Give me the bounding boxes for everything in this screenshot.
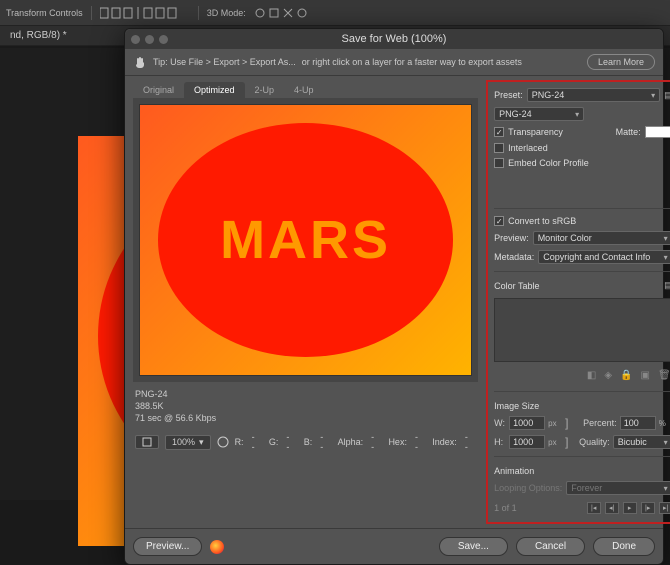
hand-icon[interactable]: [133, 55, 147, 69]
index-label: Index:: [432, 437, 457, 447]
status-row: 100%▾ R:-- G:-- B:-- Alpha:-- Hex:-- Ind…: [133, 430, 478, 454]
preview-container: MARS: [133, 98, 478, 382]
h-label: H:: [494, 437, 506, 447]
dialog-title: Save for Web (100%): [125, 33, 663, 45]
anim-prev-icon[interactable]: ◂|: [605, 502, 619, 514]
tip-text-2: or right click on a layer for a faster w…: [302, 57, 522, 67]
preset-menu-icon[interactable]: ▤: [664, 90, 670, 101]
ct-trash-icon[interactable]: 🗑: [658, 370, 670, 381]
animation-controls: |◂ ◂| ▸ |▸ ▸|: [587, 502, 670, 514]
toggle-slices-button[interactable]: [135, 435, 159, 449]
embed-label: Embed Color Profile: [508, 158, 589, 168]
options-bar: Transform Controls 3D Mode:: [0, 0, 670, 26]
done-button[interactable]: Done: [593, 537, 655, 556]
anim-last-icon[interactable]: ▸|: [659, 502, 670, 514]
settings-pane: Preset: PNG-24▾ ▤ PNG-24▾ ✓ Transparency…: [486, 80, 670, 524]
transform-controls-label: Transform Controls: [6, 8, 83, 18]
preview-pane: Original Optimized 2-Up 4-Up MARS PNG-24…: [125, 76, 486, 528]
learn-more-button[interactable]: Learn More: [587, 54, 655, 70]
metadata-select[interactable]: Copyright and Contact Info▾: [538, 250, 670, 264]
info-format: PNG-24: [135, 388, 476, 400]
preset-label: Preset:: [494, 90, 523, 100]
matte-swatch[interactable]: [645, 126, 670, 138]
preview-button[interactable]: Preview...: [133, 537, 202, 556]
tab-optimized[interactable]: Optimized: [184, 82, 245, 98]
hex-label: Hex:: [388, 437, 407, 447]
zoom-select[interactable]: 100%▾: [165, 435, 211, 450]
convert-label: Convert to sRGB: [508, 216, 576, 226]
embed-checkbox[interactable]: [494, 158, 504, 168]
anim-play-icon[interactable]: ▸: [623, 502, 637, 514]
color-readout-icon: [217, 435, 229, 449]
tab-2up[interactable]: 2-Up: [245, 82, 285, 98]
frame-counter: 1 of 1: [494, 503, 517, 513]
convert-checkbox[interactable]: ✓: [494, 216, 504, 226]
ct-new-icon[interactable]: ▣: [641, 370, 650, 381]
separator: [91, 6, 92, 20]
cancel-button[interactable]: Cancel: [516, 537, 585, 556]
3d-mode-icons[interactable]: [254, 7, 314, 19]
separator: [198, 6, 199, 20]
color-table-label: Color Table: [494, 281, 539, 291]
tip-bar: Tip: Use File > Export > Export As... or…: [125, 49, 663, 76]
looping-label: Looping Options:: [494, 483, 562, 493]
transparency-checkbox[interactable]: ✓: [494, 127, 504, 137]
save-button[interactable]: Save...: [439, 537, 508, 556]
tab-4up[interactable]: 4-Up: [284, 82, 324, 98]
dialog-footer: Preview... Save... Cancel Done: [125, 528, 663, 564]
color-table[interactable]: [494, 298, 670, 362]
color-table-toolbar: ◧ ◈ 🔒 ▣ 🗑: [494, 367, 670, 384]
interlaced-checkbox[interactable]: [494, 143, 504, 153]
matte-label: Matte:: [616, 127, 641, 137]
format-select[interactable]: PNG-24▾: [494, 107, 584, 121]
browser-icon[interactable]: [210, 540, 224, 554]
quality-select[interactable]: Bicubic▾: [613, 435, 670, 449]
looping-select: Forever▾: [566, 481, 670, 495]
transparency-label: Transparency: [508, 127, 563, 137]
height-input[interactable]: [509, 435, 545, 449]
image-size-label: Image Size: [494, 401, 670, 411]
width-input[interactable]: [509, 416, 545, 430]
preview-mode-label: Preview:: [494, 233, 529, 243]
r-label: R:: [235, 437, 244, 447]
tab-original[interactable]: Original: [133, 82, 184, 98]
anim-next-icon[interactable]: |▸: [641, 502, 655, 514]
percent-input[interactable]: [620, 416, 656, 430]
percent-label: Percent:: [583, 418, 617, 428]
preview-info: PNG-24 388.5K 71 sec @ 56.6 Kbps: [133, 382, 478, 430]
info-size: 388.5K: [135, 400, 476, 412]
tip-text-1: Tip: Use File > Export > Export As...: [153, 57, 296, 67]
preset-select[interactable]: PNG-24▾: [527, 88, 660, 102]
g-label: G:: [269, 437, 279, 447]
animation-label: Animation: [494, 466, 670, 476]
save-for-web-dialog: Save for Web (100%) Tip: Use File > Expo…: [124, 28, 664, 565]
w-label: W:: [494, 418, 506, 428]
ct-icon-1[interactable]: ◧: [587, 370, 596, 381]
color-table-menu-icon[interactable]: ▤: [664, 280, 670, 291]
info-time: 71 sec @ 56.6 Kbps: [135, 412, 476, 424]
dialog-titlebar[interactable]: Save for Web (100%): [125, 29, 663, 49]
align-icons-group[interactable]: [100, 7, 190, 19]
anim-first-icon[interactable]: |◂: [587, 502, 601, 514]
interlaced-label: Interlaced: [508, 143, 548, 153]
view-tabs: Original Optimized 2-Up 4-Up: [133, 82, 478, 98]
link-dimensions-icon[interactable]: ]: [565, 419, 573, 427]
ct-lock-icon[interactable]: 🔒: [620, 370, 632, 381]
metadata-label: Metadata:: [494, 252, 534, 262]
preview-mode-select[interactable]: Monitor Color▾: [533, 231, 670, 245]
b-label: B:: [304, 437, 313, 447]
preview-image[interactable]: MARS: [139, 104, 472, 376]
preview-artwork-text: MARS: [220, 209, 391, 271]
ct-icon-2[interactable]: ◈: [604, 370, 612, 381]
3d-mode-label: 3D Mode:: [207, 8, 246, 18]
quality-label: Quality:: [579, 437, 610, 447]
alpha-label: Alpha:: [338, 437, 364, 447]
